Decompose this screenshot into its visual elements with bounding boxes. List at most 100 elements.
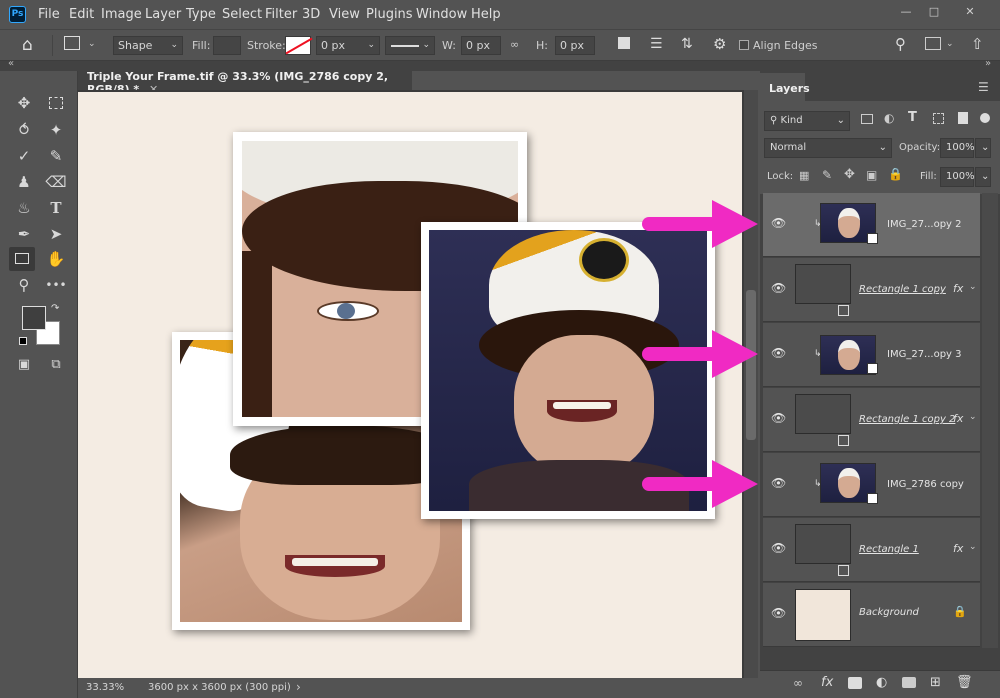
magic-wand-icon[interactable]: ✦ <box>43 118 69 142</box>
chevron-down-icon[interactable]: ⌄ <box>946 39 954 49</box>
more-tools-icon[interactable]: ••• <box>43 273 69 297</box>
menu-edit[interactable]: Edit <box>69 7 94 22</box>
link-icon[interactable]: ∞ <box>510 38 519 51</box>
layer-row[interactable]: 👁 Rectangle 1 copy fx ⌄ <box>763 258 980 322</box>
close-icon[interactable]: ✕ <box>956 4 984 20</box>
marquee-tool-icon[interactable] <box>43 91 69 115</box>
zoom-tool-icon[interactable]: ⚲ <box>11 273 37 297</box>
lock-all-icon[interactable]: 🔒 <box>888 167 903 181</box>
brush-tool-icon[interactable]: ✎ <box>43 144 69 168</box>
stroke-style-select[interactable]: ⌄ <box>385 36 435 55</box>
add-mask-icon[interactable] <box>848 677 862 689</box>
search-icon[interactable]: ⚲ <box>895 35 906 53</box>
filter-smart-object-icon[interactable] <box>958 112 968 124</box>
layer-name[interactable]: IMG_2786 copy <box>887 479 964 490</box>
eye-icon[interactable]: 👁 <box>771 281 787 297</box>
workspace-icon[interactable] <box>925 37 941 50</box>
eye-icon[interactable]: 👁 <box>771 476 787 492</box>
layer-name[interactable]: Rectangle 1 copy 2 <box>859 414 955 425</box>
new-layer-icon[interactable]: ⊞ <box>930 675 941 690</box>
path-arrangement-icon[interactable]: ⇅ <box>681 36 693 52</box>
stroke-width-input[interactable]: 0 px ⌄ <box>316 36 380 55</box>
filter-toggle-icon[interactable] <box>980 113 990 123</box>
lock-image-icon[interactable]: ✎ <box>822 168 832 182</box>
stroke-swatch[interactable] <box>285 36 313 55</box>
menu-view[interactable]: View <box>329 7 360 22</box>
filter-adjustment-icon[interactable]: ◐ <box>884 111 894 125</box>
layer-row[interactable]: 👁 Background 🔒 <box>763 583 980 647</box>
document-canvas[interactable] <box>78 92 742 678</box>
layer-name[interactable]: IMG_27...opy 2 <box>887 219 962 230</box>
eye-icon[interactable]: 👁 <box>771 606 787 622</box>
layer-name[interactable]: Rectangle 1 copy <box>859 284 946 295</box>
fx-icon[interactable]: fx <box>953 542 963 555</box>
filter-pixel-icon[interactable] <box>861 114 873 124</box>
menu-file[interactable]: File <box>38 7 60 22</box>
layer-row[interactable]: 👁 Rectangle 1 copy 2 fx ⌄ <box>763 388 980 452</box>
layer-name[interactable]: Rectangle 1 <box>859 544 919 555</box>
opacity-dropdown[interactable]: ⌄ <box>975 138 991 158</box>
menu-type[interactable]: Type <box>186 7 216 22</box>
document-tab[interactable]: Triple Your Frame.tif @ 33.3% (IMG_2786 … <box>78 64 412 96</box>
menu-image[interactable]: Image <box>101 7 142 22</box>
menu-select[interactable]: Select <box>222 7 262 22</box>
menu-plugins[interactable]: Plugins <box>366 7 413 22</box>
stamp-tool-icon[interactable]: ♟ <box>11 170 37 194</box>
menu-help[interactable]: Help <box>471 7 501 22</box>
menu-layer[interactable]: Layer <box>145 7 181 22</box>
quick-mask-icon[interactable]: ▣ <box>11 353 37 377</box>
collapse-right-icon[interactable]: » <box>985 58 991 69</box>
layer-row[interactable]: 👁 ↳ IMG_2786 copy <box>763 453 980 517</box>
pen-tool-icon[interactable]: ✒ <box>11 222 37 246</box>
layer-row[interactable]: 👁 ↳ IMG_27...opy 3 <box>763 323 980 387</box>
fx-icon[interactable]: fx <box>821 675 833 690</box>
eyedropper-icon[interactable]: ✓ <box>11 144 37 168</box>
fill-input[interactable]: 100% <box>940 167 975 187</box>
path-operations-icon[interactable] <box>618 37 630 49</box>
filter-type-icon[interactable]: T <box>908 110 917 125</box>
hand-tool-icon[interactable]: ✋ <box>43 247 69 271</box>
eye-icon[interactable]: 👁 <box>771 541 787 557</box>
layer-name[interactable]: IMG_27...opy 3 <box>887 349 962 360</box>
eye-icon[interactable]: 👁 <box>771 346 787 362</box>
height-input[interactable]: 0 px <box>555 36 595 55</box>
trash-icon[interactable]: 🗑 <box>956 675 973 690</box>
adjustment-layer-icon[interactable]: ◐ <box>876 675 887 690</box>
swap-colors-icon[interactable]: ↷ <box>51 303 59 314</box>
chevron-right-icon[interactable]: › <box>296 680 301 694</box>
gear-icon[interactable]: ⚙ <box>713 35 726 53</box>
chevron-down-icon[interactable]: ⌄ <box>969 542 977 552</box>
rectangle-tool-icon[interactable] <box>9 247 35 271</box>
layer-row[interactable]: 👁 Rectangle 1 fx ⌄ <box>763 518 980 582</box>
fx-icon[interactable]: fx <box>953 282 963 295</box>
filter-shape-icon[interactable] <box>933 113 944 124</box>
lasso-tool-icon[interactable]: ⥀ <box>11 118 37 142</box>
chevron-down-icon[interactable]: ⌄ <box>88 39 96 49</box>
align-edges-checkbox[interactable] <box>739 40 749 50</box>
paint-bucket-icon[interactable]: ♨ <box>11 196 37 220</box>
home-icon[interactable]: ⌂ <box>22 35 33 55</box>
minimize-icon[interactable]: — <box>892 4 920 20</box>
type-tool-icon[interactable]: T <box>43 196 69 220</box>
layer-row[interactable]: 👁 ↳ IMG_27...opy 2 <box>763 193 980 257</box>
maximize-icon[interactable]: □ <box>920 4 948 20</box>
menu-filter[interactable]: Filter <box>265 7 297 22</box>
lock-transparency-icon[interactable]: ▦ <box>799 169 809 182</box>
share-icon[interactable]: ⇧ <box>971 35 984 53</box>
eye-icon[interactable]: 👁 <box>771 411 787 427</box>
eraser-tool-icon[interactable]: ⌫ <box>43 170 69 194</box>
rectangle-tool-icon[interactable] <box>64 36 80 50</box>
eye-icon[interactable]: 👁 <box>771 216 787 232</box>
fx-icon[interactable]: fx <box>953 412 963 425</box>
layers-scrollbar[interactable] <box>982 193 998 648</box>
path-select-icon[interactable]: ➤ <box>43 222 69 246</box>
layer-name[interactable]: Background <box>859 607 919 618</box>
fill-swatch[interactable] <box>213 36 241 55</box>
screen-mode-icon[interactable]: ⧉ <box>43 353 69 377</box>
menu-3d[interactable]: 3D <box>302 7 320 22</box>
chevron-down-icon[interactable]: ⌄ <box>969 412 977 422</box>
lock-position-icon[interactable]: ✥ <box>844 167 855 182</box>
lock-artboard-icon[interactable]: ▣ <box>866 168 877 182</box>
zoom-level[interactable]: 33.33% <box>86 682 124 693</box>
link-layers-icon[interactable]: ∞ <box>793 676 803 690</box>
